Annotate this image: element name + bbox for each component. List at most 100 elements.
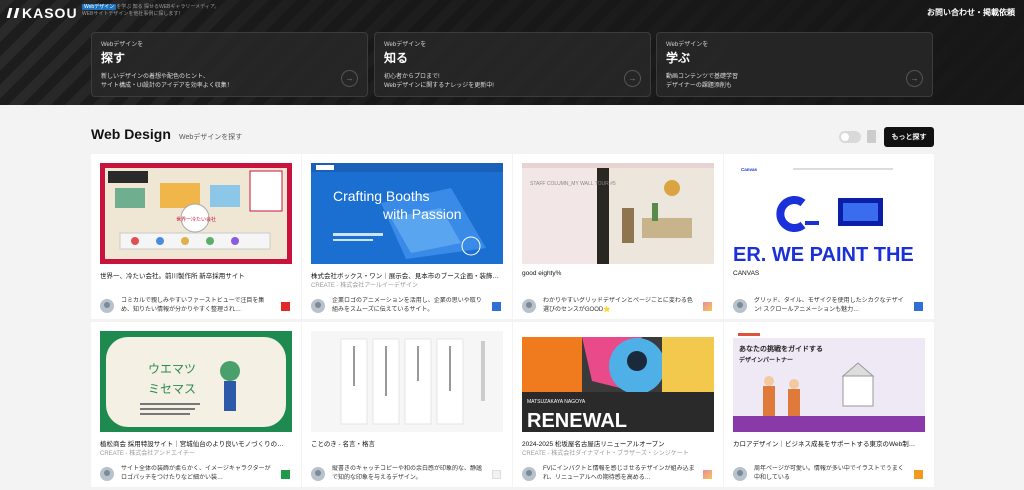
avatar [733,467,747,481]
card-footer: コミカルで親しみやすいファーストビューで注目を集め、知りたい情報が分かりやすく整… [100,297,292,317]
hero-card-desc-line1: 動画コンテンツで基礎学習 [666,74,739,80]
card-footer: 周年ページが可愛い。情報が多い中でイラストでうまく中和している [733,465,925,485]
card-title[interactable]: good eighty% [522,270,714,277]
design-card[interactable]: ウエマツ ミセマス 植松商会 採用特設サイト｜宮城仙台のより良いモノづくりの… … [91,322,301,487]
card-footer: わかりやすいグリッドデザインとページごとに変わる色選びのセンスがGOOD⭐ [522,297,714,317]
card-credit[interactable]: CREATE - 株式会社ダイナマイト・ブラザーズ・シンジケート [522,448,714,457]
thumbnail-image: 世界一冷たい会社 [100,163,292,264]
more-button[interactable]: もっと探す [884,127,934,147]
design-card[interactable]: Crafting Booths with Passion 株式会社ボックス・ワン… [302,154,512,319]
card-description: コミカルで親しみやすいファーストビューで注目を集め、知りたい情報が分かりやすく整… [121,298,265,313]
card-title[interactable]: 植松商会 採用特設サイト｜宮城仙台のより良いモノづくりの… [100,438,292,448]
hero-card-desc-line1: 初心者からプロまで! [384,74,440,80]
design-card[interactable]: あなたの挑戦をガイドする デザインパートナー カロアデザイン｜ビジネス成長をサポ… [724,322,934,487]
tagline-line1: を学ぶ 知る 探せるWEBギャラリーメディア。 [116,4,220,10]
color-swatch[interactable] [492,302,501,311]
color-swatch[interactable] [914,470,923,479]
thumbnail-image: ウエマツ ミセマス [100,331,292,432]
tagline-highlight: Webデザイン [82,4,117,10]
thumbnail-text: Crafting Booths [333,188,430,204]
thumbnail-text: あなたの挑戦をガイドする [739,344,823,353]
card-thumbnail[interactable]: Canvas ER. WE PAINT THE [733,163,925,264]
thumbnail-text: デザインパートナー [739,356,793,364]
card-credit[interactable]: CREATE - 株式会社アールイーデザイン [311,280,503,289]
thumbnail-image: あなたの挑戦をガイドする デザインパートナー [733,331,925,432]
site-tagline: Webデザイン を学ぶ 知る 探せるWEBギャラリーメディア。 WEBサイトデザイ… [82,4,262,18]
hero-card-desc-line2: Webデザインに関するナレッジを更新中! [384,83,494,89]
arrow-right-icon: → [624,70,641,87]
view-toggle[interactable] [839,131,861,143]
hero-card-know[interactable]: Webデザインを 知る 初心者からプロまで! Webデザインに関するナレッジを更… [374,32,651,97]
color-swatch[interactable] [703,302,712,311]
thumbnail-text: 世界一冷たい会社 [176,216,216,223]
card-description: FVにインパクトと情報を感じさせるデザインが組み込まれ、リニューアルへの期待感を… [543,466,695,481]
card-description: 縦書きのキャッチコピーや和の余白感が印象的な、静謐で知的な印象を与えるデザイン。 [332,466,483,481]
card-footer: サイト全体の装飾が柔らかく、イメージキャラクターがロゴパッチをつけたりなど細かい… [100,465,292,485]
hero-card-kicker: Webデザインを [384,42,427,48]
card-thumbnail[interactable] [311,331,503,432]
logo-text: KASOU [22,5,78,21]
contact-link[interactable]: お問い合わせ・掲載依頼 [927,7,1015,18]
color-swatch[interactable] [492,470,501,479]
thumbnail-text: ウエマツ [148,362,196,376]
color-swatch[interactable] [281,470,290,479]
arrow-right-icon: → [341,70,358,87]
hero-card-desc-line2: サイト構成・UI設計のアイデアを効率よく収集！ [101,83,233,89]
card-footer: グリッド、タイル、モザイクを使用したシカクなデザイン! スクロールアニメーション… [733,297,925,317]
thumbnail-image [311,331,503,432]
card-credit[interactable]: CREATE - 株式会社アンドエイチー [100,448,292,457]
hero-card-learn[interactable]: Webデザインを 学ぶ 動画コンテンツで基礎学習 デザイナーの課題添削も → [656,32,933,97]
hero-card-desc: 初心者からプロまで! Webデザインに関するナレッジを更新中! [384,73,641,91]
thumbnail-text: ミセマス [148,382,196,396]
hero-card-desc-line1: 新しいデザインの着想や配色のヒント、 [101,74,209,80]
grid-view-icon[interactable] [867,130,876,143]
design-card[interactable]: Canvas ER. WE PAINT THE CANVAS グリッド、タイル、… [724,154,934,319]
card-thumbnail[interactable]: MATSUZAKAYA NAGOYA RENEWAL [522,331,714,432]
hero-header: KASOU Webデザイン を学ぶ 知る 探せるWEBギャラリーメディア。 WEB… [0,0,1024,105]
thumbnail-text: with Passion [382,206,462,222]
thumbnail-text: MATSUZAKAYA NAGOYA [527,399,586,405]
avatar [522,467,536,481]
card-thumbnail[interactable]: あなたの挑戦をガイドする デザインパートナー [733,331,925,432]
thumbnail-image: MATSUZAKAYA NAGOYA RENEWAL [522,331,714,432]
card-thumbnail[interactable]: Crafting Booths with Passion [311,163,503,264]
card-title[interactable]: カロアデザイン｜ビジネス成長をサポートする東京のWeb制… [733,438,925,448]
avatar [100,299,114,313]
card-title[interactable]: 世界一、冷たい会社。前川製作所 新卒採用サイト [100,270,292,280]
design-card[interactable]: 世界一冷たい会社 世界一、冷たい会社。前川製作所 新卒採用サイト コミカルで親し… [91,154,301,319]
color-swatch[interactable] [914,302,923,311]
card-footer: FVにインパクトと情報を感じさせるデザインが組み込まれ、リニューアルへの期待感を… [522,465,714,485]
avatar [311,467,325,481]
hero-card-desc: 動画コンテンツで基礎学習 デザイナーの課題添削も [666,73,923,91]
avatar [733,299,747,313]
avatar [522,299,536,313]
card-title[interactable]: 株式会社ボックス・ワン｜展示会、見本市のブース企画・装飾… [311,270,503,280]
arrow-right-icon: → [906,70,923,87]
card-title[interactable]: CANVAS [733,270,925,277]
card-title[interactable]: 2024-2025 松坂屋名古屋店リニューアルオープン [522,438,714,448]
color-swatch[interactable] [703,470,712,479]
thumbnail-image: Crafting Booths with Passion [311,163,503,264]
card-thumbnail[interactable]: 世界一冷たい会社 [100,163,292,264]
design-card[interactable]: MATSUZAKAYA NAGOYA RENEWAL 2024-2025 松坂屋… [513,322,723,487]
thumbnail-text: Canvas [741,167,758,172]
design-card[interactable]: ことのき - 名言・格言 縦書きのキャッチコピーや和の余白感が印象的な、静謐で知… [302,322,512,487]
hero-card-search[interactable]: Webデザインを 探す 新しいデザインの着想や配色のヒント、 サイト構成・UI設… [91,32,368,97]
design-card[interactable]: STAFF COLUMN_MY WALL TOUR #5 good eighty… [513,154,723,319]
site-logo[interactable]: KASOU [6,5,78,21]
thumbnail-text: STAFF COLUMN_MY WALL TOUR #5 [530,181,616,187]
avatar [100,467,114,481]
card-footer: 縦書きのキャッチコピーや和の余白感が印象的な、静謐で知的な印象を与えるデザイン。 [311,465,503,485]
hero-card-title: 探す [101,51,126,65]
hero-card-title: 学ぶ [666,51,691,65]
card-description: サイト全体の装飾が柔らかく、イメージキャラクターがロゴパッチをつけたりなど細かい… [121,466,271,481]
section-subtitle: Webデザインを探す [179,134,243,141]
hero-card-desc-line2: デザイナーの課題添削も [666,83,732,89]
card-title[interactable]: ことのき - 名言・格言 [311,438,503,448]
card-description: 企業ロゴのアニメーションを活用し、企業の思いや取り組みをスムーズに伝えているサイ… [332,298,482,313]
color-swatch[interactable] [281,302,290,311]
card-thumbnail[interactable]: STAFF COLUMN_MY WALL TOUR #5 [522,163,714,264]
hero-card-desc: 新しいデザインの着想や配色のヒント、 サイト構成・UI設計のアイデアを効率よく収… [101,73,358,91]
card-description: グリッド、タイル、モザイクを使用したシカクなデザイン! スクロールアニメーション… [754,298,904,313]
card-thumbnail[interactable]: ウエマツ ミセマス [100,331,292,432]
